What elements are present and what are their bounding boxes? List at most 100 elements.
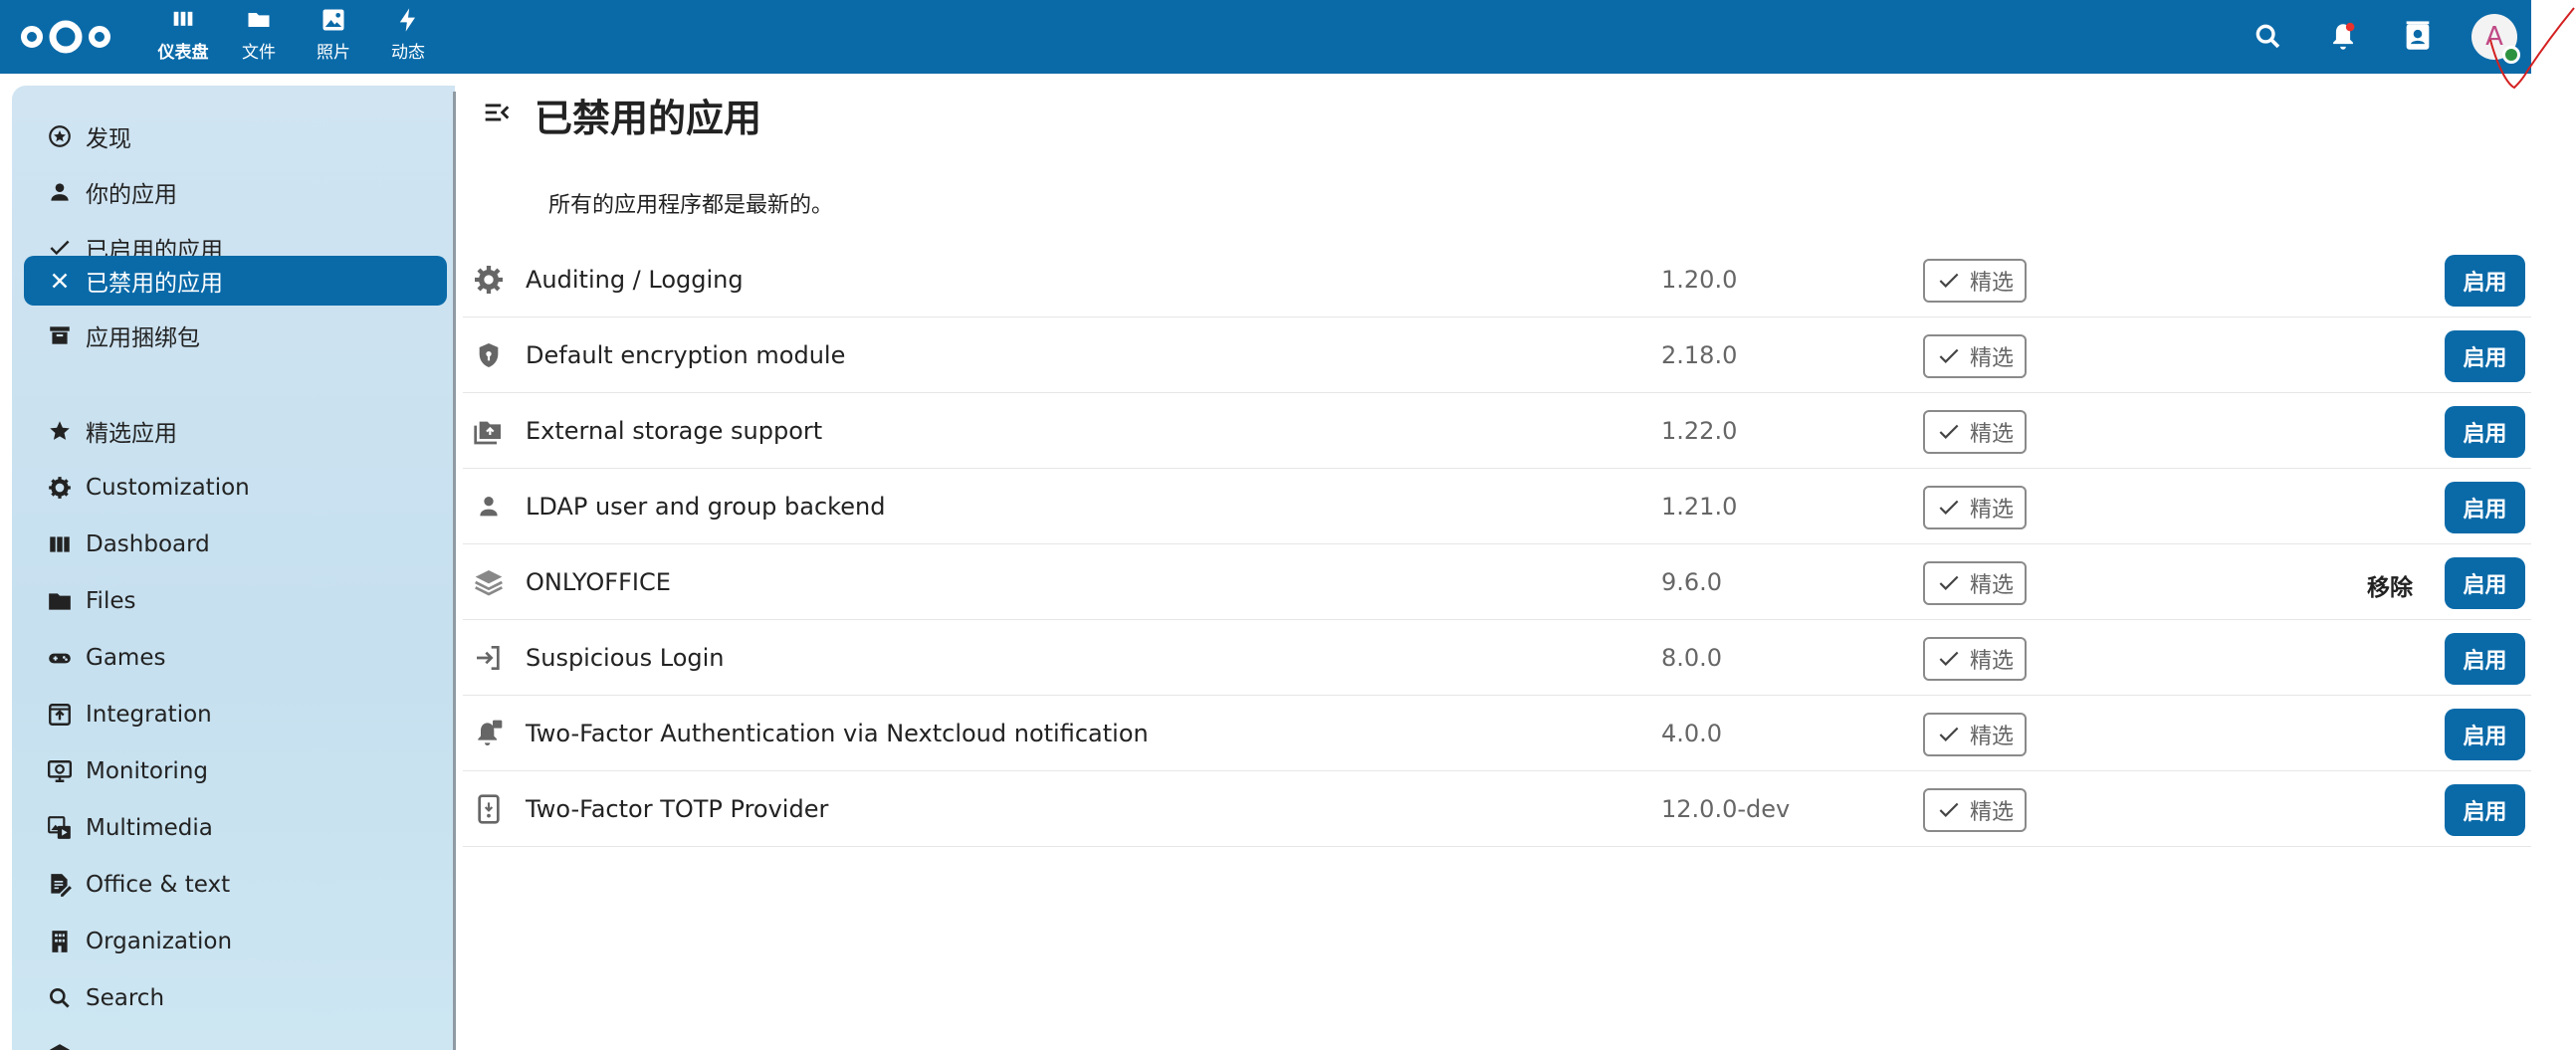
app-row[interactable]: Two-Factor Authentication via Nextcloud …	[463, 696, 2531, 771]
sidebar-item-files[interactable]: Files	[24, 576, 447, 626]
enable-button[interactable]: 启用	[2445, 557, 2525, 609]
contacts-icon	[2406, 21, 2430, 50]
header-search[interactable]	[2252, 20, 2285, 54]
app-row[interactable]: Suspicious Login 8.0.0 精选 启用	[463, 620, 2531, 696]
enable-button[interactable]: 启用	[2445, 709, 2525, 760]
up-to-date-message: 所有的应用程序都是最新的。	[548, 193, 834, 218]
sidebar-item-office-text[interactable]: Office & text	[24, 860, 447, 910]
header-contacts[interactable]	[2401, 20, 2435, 54]
app-name[interactable]: Two-Factor TOTP Provider	[526, 795, 828, 823]
app-name[interactable]: ONLYOFFICE	[526, 568, 671, 596]
app-row[interactable]: Default encryption module 2.18.0 精选 启用	[463, 317, 2531, 393]
featured-label: 精选	[1969, 649, 2014, 674]
sidebar-item-partial[interactable]	[24, 1030, 447, 1050]
app-nav-label: 仪表盘	[157, 43, 209, 63]
app-nav-files[interactable]: 文件	[222, 6, 296, 63]
integration-icon	[46, 701, 74, 729]
sidebar-item-app-bundles[interactable]: 应用捆绑包	[24, 311, 447, 360]
app-name[interactable]: External storage support	[526, 417, 822, 445]
featured-badge: 精选	[1923, 788, 2027, 832]
sidebar-item-games[interactable]: Games	[24, 633, 447, 683]
app-row[interactable]: External storage support 1.22.0 精选 启用	[463, 393, 2531, 469]
app-row[interactable]: ONLYOFFICE 9.6.0 精选 移除 启用	[463, 544, 2531, 620]
enable-button[interactable]: 启用	[2445, 255, 2525, 307]
app-version: 4.0.0	[1661, 720, 1723, 747]
sidebar-item-dashboard[interactable]: Dashboard	[24, 520, 447, 569]
app-name[interactable]: Two-Factor Authentication via Nextcloud …	[526, 720, 1149, 747]
check-icon	[1939, 727, 1959, 741]
lightning-icon	[399, 8, 415, 32]
star-circle-icon	[46, 122, 74, 150]
folder-icon	[248, 13, 270, 27]
check-icon	[1939, 273, 1959, 288]
layers-icon	[473, 566, 505, 598]
featured-label: 精选	[1969, 800, 2014, 825]
bell-icon	[2333, 22, 2355, 50]
gear-icon	[473, 264, 505, 296]
app-row[interactable]: Two-Factor TOTP Provider 12.0.0-dev 精选 启用	[463, 771, 2531, 847]
app-name[interactable]: Default encryption module	[526, 341, 845, 369]
dashboard-icon	[46, 530, 74, 558]
enable-button[interactable]: 启用	[2445, 330, 2525, 382]
sidebar-item-your-apps[interactable]: 你的应用	[24, 167, 447, 217]
totp-icon	[473, 793, 505, 825]
dashboard-icon	[173, 11, 193, 26]
sidebar-item-multimedia[interactable]: Multimedia	[24, 803, 447, 853]
login-icon	[473, 642, 505, 674]
top-header: 仪表盘 文件 照片 动态 A	[0, 0, 2531, 74]
sidebar-item-featured[interactable]: 精选应用	[24, 406, 447, 456]
image-icon	[322, 9, 344, 31]
app-name[interactable]: LDAP user and group backend	[526, 493, 885, 521]
app-version: 12.0.0-dev	[1661, 795, 1791, 823]
featured-badge: 精选	[1923, 410, 2027, 454]
sidebar-item-disabled-apps[interactable]: 已禁用的应用	[24, 256, 447, 306]
featured-badge: 精选	[1923, 486, 2027, 529]
sidebar-item-label: Customization	[86, 475, 250, 501]
enable-button[interactable]: 启用	[2445, 482, 2525, 533]
search-icon	[2255, 24, 2280, 49]
featured-badge: 精选	[1923, 561, 2027, 605]
user-icon	[473, 491, 505, 523]
sidebar-item-integration[interactable]: Integration	[24, 690, 447, 739]
sidebar-item-label: 发现	[86, 126, 131, 152]
app-row[interactable]: LDAP user and group backend 1.21.0 精选 启用	[463, 469, 2531, 544]
sidebar-divider[interactable]	[453, 92, 456, 1050]
gear-icon	[46, 474, 74, 502]
document-edit-icon	[46, 871, 74, 899]
toggle-navigation-button[interactable]	[480, 96, 514, 129]
app-name[interactable]: Suspicious Login	[526, 644, 725, 672]
enable-button[interactable]: 启用	[2445, 406, 2525, 458]
sidebar-item-label: 已禁用的应用	[86, 271, 223, 297]
sidebar-item-monitoring[interactable]: Monitoring	[24, 746, 447, 796]
sidebar-item-search[interactable]: Search	[24, 973, 447, 1023]
sidebar-item-organization[interactable]: Organization	[24, 917, 447, 966]
multimedia-icon	[46, 814, 74, 842]
header-notifications[interactable]	[2326, 20, 2360, 54]
enable-button[interactable]: 启用	[2445, 784, 2525, 836]
sidebar-item-label: Dashboard	[86, 531, 210, 557]
app-nav-dashboard[interactable]: 仪表盘	[146, 6, 220, 63]
shield-icon	[473, 339, 505, 371]
app-version: 9.6.0	[1661, 568, 1723, 596]
check-icon	[1939, 575, 1959, 590]
sidebar-item-discover[interactable]: 发现	[24, 111, 447, 161]
nextcloud-logo-icon[interactable]	[18, 14, 113, 60]
app-version: 8.0.0	[1661, 644, 1723, 672]
check-icon	[1939, 651, 1959, 666]
remove-button[interactable]: 移除	[2367, 568, 2413, 602]
sidebar-item-label: 你的应用	[86, 182, 177, 208]
app-name[interactable]: Auditing / Logging	[526, 266, 744, 294]
sidebar-item-customization[interactable]: Customization	[24, 463, 447, 513]
monitor-icon	[46, 757, 74, 785]
red-pen-scribble	[2489, 7, 2575, 90]
app-nav-label: 文件	[242, 43, 276, 63]
app-nav-label: 动态	[391, 43, 425, 63]
sidebar-item-label: Search	[86, 985, 165, 1011]
app-version: 1.20.0	[1661, 266, 1738, 294]
app-nav-activity[interactable]: 动态	[371, 6, 445, 63]
enable-button[interactable]: 启用	[2445, 633, 2525, 685]
app-sidebar: 发现 你的应用 已启用的应用 已禁用的应用 应用捆绑包 精选应用 Customi…	[12, 86, 455, 1050]
app-nav-photos[interactable]: 照片	[297, 6, 370, 63]
app-row[interactable]: Auditing / Logging 1.20.0 精选 启用	[463, 242, 2531, 317]
app-version: 1.21.0	[1661, 493, 1738, 521]
